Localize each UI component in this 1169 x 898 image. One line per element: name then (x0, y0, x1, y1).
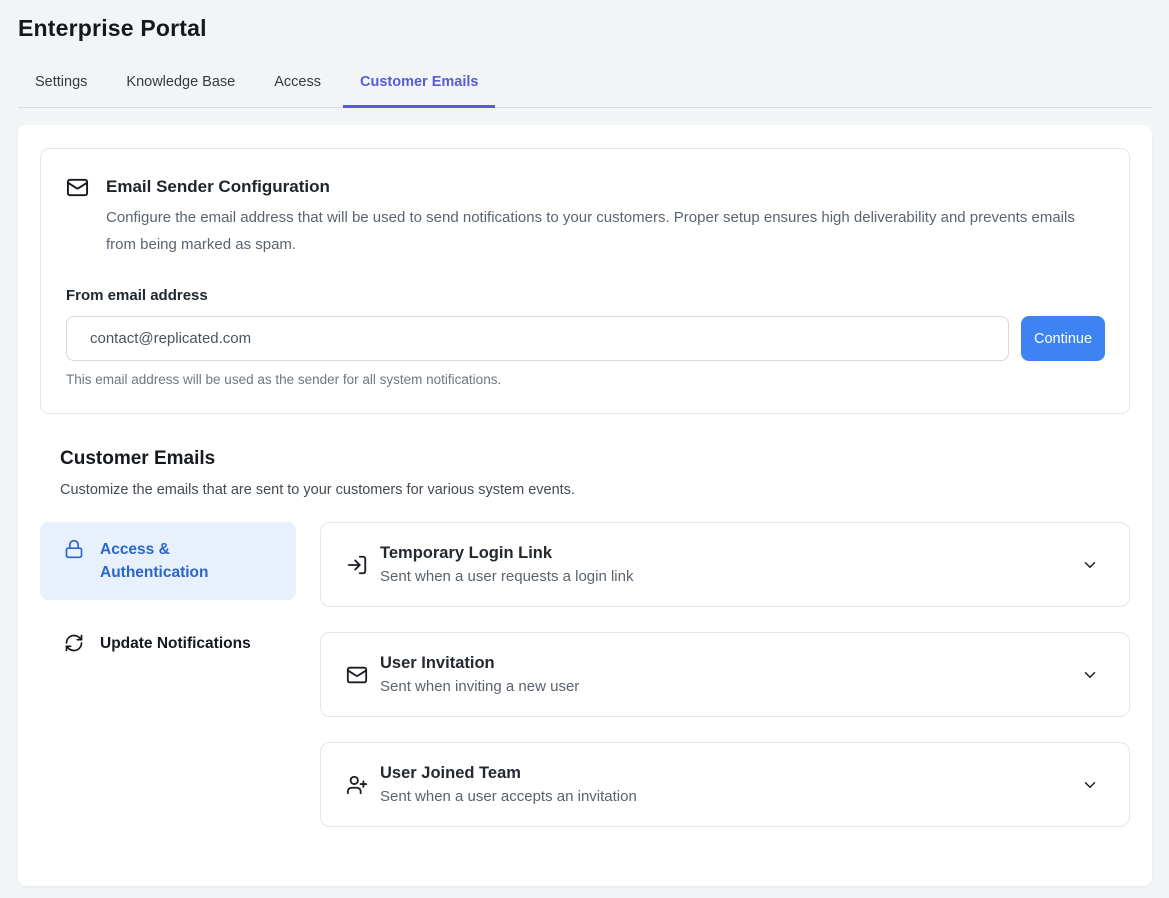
chevron-down-icon[interactable] (1081, 666, 1099, 684)
sender-card-text: Email Sender Configuration Configure the… (106, 173, 1105, 258)
sidebar-item-access-authentication[interactable]: Access & Authentication (40, 522, 296, 600)
email-sender-configuration-card: Email Sender Configuration Configure the… (40, 148, 1130, 414)
email-card-title: Temporary Login Link (380, 544, 1081, 563)
mail-icon (66, 173, 106, 199)
lock-icon (64, 538, 84, 559)
email-card-description: Sent when a user requests a login link (380, 568, 1081, 585)
from-email-label: From email address (66, 287, 1105, 304)
tab-settings[interactable]: Settings (18, 64, 104, 108)
tab-knowledge-base[interactable]: Knowledge Base (109, 64, 252, 108)
from-email-input[interactable] (66, 316, 1009, 361)
sidebar-item-label: Access & Authentication (100, 538, 282, 584)
email-card-title: User Invitation (380, 654, 1081, 673)
page-title: Enterprise Portal (18, 15, 1151, 42)
customer-emails-layout: Access & Authentication Update Notificat… (40, 522, 1130, 827)
main-panel: Email Sender Configuration Configure the… (18, 125, 1152, 886)
mail-icon (346, 664, 368, 686)
email-card-title: User Joined Team (380, 764, 1081, 783)
sender-card-header: Email Sender Configuration Configure the… (66, 173, 1105, 258)
sidebar-item-label: Update Notifications (100, 632, 251, 655)
email-card-list: Temporary Login Link Sent when a user re… (320, 522, 1130, 827)
email-card-text: User Joined Team Sent when a user accept… (380, 764, 1081, 805)
email-card-user-joined-team[interactable]: User Joined Team Sent when a user accept… (320, 742, 1130, 827)
email-card-text: User Invitation Sent when inviting a new… (380, 654, 1081, 695)
tab-bar: Settings Knowledge Base Access Customer … (18, 64, 1152, 108)
sender-card-description: Configure the email address that will be… (106, 204, 1091, 258)
email-category-sidebar: Access & Authentication Update Notificat… (40, 522, 296, 827)
email-input-row: Continue (66, 316, 1105, 361)
sidebar-item-update-notifications[interactable]: Update Notifications (40, 616, 296, 671)
sender-card-title: Email Sender Configuration (106, 173, 1105, 197)
email-card-temporary-login-link[interactable]: Temporary Login Link Sent when a user re… (320, 522, 1130, 607)
email-card-description: Sent when inviting a new user (380, 678, 1081, 695)
customer-emails-title: Customer Emails (60, 448, 1130, 470)
email-card-user-invitation[interactable]: User Invitation Sent when inviting a new… (320, 632, 1130, 717)
chevron-down-icon[interactable] (1081, 776, 1099, 794)
customer-emails-subtitle: Customize the emails that are sent to yo… (60, 482, 1130, 498)
continue-button[interactable]: Continue (1021, 316, 1105, 361)
user-plus-icon (346, 774, 368, 796)
chevron-down-icon[interactable] (1081, 556, 1099, 574)
page-header: Enterprise Portal (0, 0, 1169, 42)
email-helper-text: This email address will be used as the s… (66, 372, 1105, 387)
tab-access[interactable]: Access (257, 64, 338, 108)
email-card-text: Temporary Login Link Sent when a user re… (380, 544, 1081, 585)
login-icon (346, 554, 368, 576)
tab-customer-emails[interactable]: Customer Emails (343, 64, 495, 108)
email-card-description: Sent when a user accepts an invitation (380, 788, 1081, 805)
refresh-icon (64, 632, 84, 653)
